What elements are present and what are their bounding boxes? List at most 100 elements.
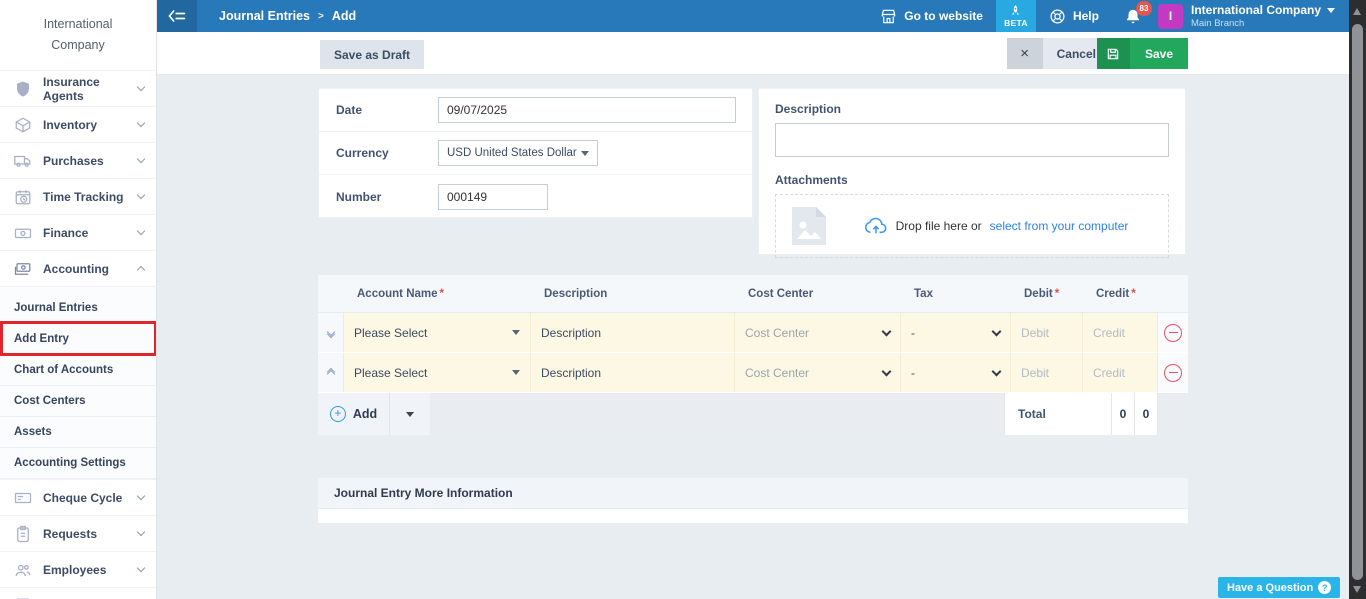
floppy-disk-icon xyxy=(1097,38,1130,69)
add-row-button[interactable]: + Add xyxy=(318,393,390,435)
submenu-item-cost-centers[interactable]: Cost Centers xyxy=(0,386,156,417)
line-description-input[interactable]: Description xyxy=(531,353,735,392)
plus-circle-icon: + xyxy=(330,406,346,422)
main-content: Date Currency USD United States Dollar N… xyxy=(157,75,1349,599)
remove-row-cell xyxy=(1158,313,1188,352)
description-attachments-panel: Description Attachments Drop file here o… xyxy=(758,88,1186,255)
table-row: Please Select Description Cost Center - xyxy=(318,313,1188,353)
account-name-header: Account Name* xyxy=(344,288,531,300)
file-dropzone[interactable]: Drop file here or select from your compu… xyxy=(775,194,1169,258)
avatar[interactable]: I xyxy=(1158,4,1183,29)
cancel-button[interactable]: × Cancel xyxy=(1007,38,1110,69)
collapse-sidebar-button[interactable] xyxy=(157,0,197,32)
people-icon xyxy=(14,561,32,579)
more-information-section: Journal Entry More Information xyxy=(318,478,1188,523)
select-from-computer-link[interactable]: select from your computer xyxy=(990,219,1129,233)
attachments-label: Attachments xyxy=(775,173,1169,187)
cash-stack-icon xyxy=(14,260,32,278)
description-textarea[interactable] xyxy=(775,123,1169,157)
currency-row: Currency USD United States Dollar xyxy=(319,132,752,175)
box-icon xyxy=(14,116,32,134)
sidebar-item-insurance-agents[interactable]: Insurance Agents xyxy=(0,70,156,106)
remove-row-button[interactable] xyxy=(1164,324,1182,342)
currency-label: Currency xyxy=(319,146,438,160)
sidebar-item-time-tracking[interactable]: Time Tracking xyxy=(0,178,156,214)
table-row: Please Select Description Cost Center - xyxy=(318,353,1188,393)
total-credit-value: 0 xyxy=(1134,393,1157,435)
sidebar-item-requests[interactable]: Requests xyxy=(0,515,156,551)
save-button[interactable]: Save xyxy=(1097,38,1188,69)
number-input[interactable] xyxy=(438,184,548,210)
sidebar-item-finance[interactable]: Finance xyxy=(0,214,156,250)
go-to-website-button[interactable]: Go to website xyxy=(867,0,996,32)
chevron-down-icon xyxy=(406,412,414,417)
entry-header-panel: Date Currency USD United States Dollar N… xyxy=(318,88,753,218)
scroll-up-arrow[interactable] xyxy=(1353,8,1361,15)
app-window: International Company Insurance Agents I… xyxy=(0,0,1366,599)
rocket-icon xyxy=(1010,5,1021,18)
cost-center-select[interactable]: Cost Center xyxy=(735,353,901,392)
cost-center-select[interactable]: Cost Center xyxy=(735,313,901,352)
cheque-icon xyxy=(14,489,32,507)
more-information-header[interactable]: Journal Entry More Information xyxy=(318,478,1188,509)
chevron-down-icon xyxy=(992,366,1002,376)
breadcrumb-separator: > xyxy=(318,11,324,22)
vertical-scrollbar[interactable] xyxy=(1349,0,1366,599)
submenu-item-add-entry[interactable]: Add Entry xyxy=(0,324,156,355)
double-chevron-down-icon xyxy=(328,331,334,335)
tax-select[interactable]: - xyxy=(901,353,1011,392)
account-select[interactable]: Please Select xyxy=(344,313,531,352)
tax-select[interactable]: - xyxy=(901,313,1011,352)
clipboard-icon xyxy=(14,525,32,543)
scrollbar-thumb[interactable] xyxy=(1352,24,1363,580)
account-select[interactable]: Please Select xyxy=(344,353,531,392)
topbar-right: Go to website BETA Help 83 xyxy=(867,0,1349,32)
chevron-down-icon xyxy=(137,227,145,235)
have-a-question-button[interactable]: Have a Question ? xyxy=(1218,577,1340,598)
beta-badge[interactable]: BETA xyxy=(996,0,1036,32)
move-row-down-handle[interactable] xyxy=(318,313,344,352)
chevron-down-icon xyxy=(137,119,145,127)
submenu-item-chart-of-accounts[interactable]: Chart of Accounts xyxy=(0,355,156,386)
total-debit-value: 0 xyxy=(1111,393,1134,435)
branch-name: Main Branch xyxy=(1191,18,1335,29)
date-input[interactable] xyxy=(438,97,736,123)
chevron-down-icon xyxy=(1327,8,1335,13)
move-row-up-handle[interactable] xyxy=(318,353,344,392)
scroll-down-arrow[interactable] xyxy=(1353,586,1361,593)
submenu-item-assets[interactable]: Assets xyxy=(0,417,156,448)
remove-row-button[interactable] xyxy=(1164,364,1182,382)
company-name: International Company xyxy=(1191,3,1321,17)
chevron-down-icon xyxy=(137,492,145,500)
cost-center-header: Cost Center xyxy=(735,288,901,300)
sidebar-item-accounting[interactable]: Accounting xyxy=(0,250,156,286)
company-logo[interactable]: International Company xyxy=(0,0,156,70)
chevron-down-icon xyxy=(882,326,892,336)
account-menu[interactable]: International Company Main Branch xyxy=(1191,3,1335,29)
life-ring-icon xyxy=(1049,8,1066,25)
add-row-dropdown-toggle[interactable] xyxy=(390,393,430,435)
submenu-item-accounting-settings[interactable]: Accounting Settings xyxy=(0,448,156,479)
sidebar-item-employees[interactable]: Employees xyxy=(0,551,156,587)
debit-input[interactable] xyxy=(1011,313,1083,352)
required-asterisk: * xyxy=(1131,288,1135,300)
credit-input[interactable] xyxy=(1083,353,1158,392)
submenu-item-journal-entries[interactable]: Journal Entries xyxy=(0,293,156,324)
debit-input[interactable] xyxy=(1011,353,1083,392)
sidebar-item-purchases[interactable]: Purchases xyxy=(0,142,156,178)
notifications-button[interactable]: 83 xyxy=(1112,0,1154,32)
help-button[interactable]: Help xyxy=(1036,0,1112,32)
description-header: Description xyxy=(531,288,735,300)
number-row: Number xyxy=(319,175,752,218)
save-as-draft-button[interactable]: Save as Draft xyxy=(320,40,424,69)
truck-icon xyxy=(14,152,32,170)
currency-select[interactable]: USD United States Dollar xyxy=(438,140,598,166)
breadcrumb-journal-entries[interactable]: Journal Entries xyxy=(219,9,310,23)
sidebar-item-inventory[interactable]: Inventory xyxy=(0,106,156,142)
sidebar-item-organizational[interactable]: Organizational xyxy=(0,587,156,599)
total-label: Total xyxy=(1004,393,1111,435)
chevron-down-icon xyxy=(137,564,145,572)
credit-input[interactable] xyxy=(1083,313,1158,352)
sidebar-item-cheque-cycle[interactable]: Cheque Cycle xyxy=(0,479,156,515)
line-description-input[interactable]: Description xyxy=(531,313,735,352)
